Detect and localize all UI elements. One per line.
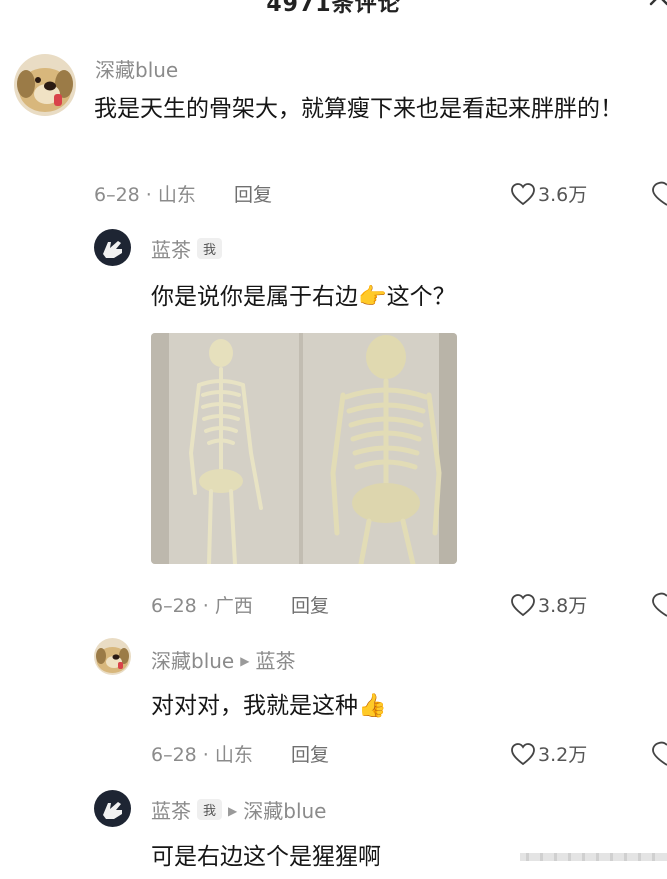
broken-heart-icon: [652, 181, 667, 206]
reply-username[interactable]: 深藏blue: [151, 649, 234, 673]
avatar[interactable]: [94, 790, 131, 827]
reply-button[interactable]: 回复: [291, 595, 329, 617]
comment-date-location: 6–28 · 山东: [94, 184, 196, 206]
triangle-right-icon: ▶: [240, 654, 250, 668]
reply-date-location: 6–28 · 广西: [151, 595, 253, 617]
like-button[interactable]: 3.6万: [510, 180, 587, 207]
close-button[interactable]: [645, 0, 667, 10]
avatar[interactable]: [14, 54, 76, 116]
dislike-button[interactable]: [648, 180, 667, 210]
reply-username[interactable]: 蓝茶: [151, 238, 191, 262]
self-badge: 我: [197, 238, 223, 259]
like-count: 3.6万: [538, 184, 588, 206]
reply-text: 对对对，我就是这种👍: [151, 693, 387, 719]
like-count: 3.8万: [538, 595, 588, 617]
reply-meta: 6–28 · 广西 回复: [151, 591, 329, 618]
like-button[interactable]: 3.2万: [510, 740, 587, 767]
comments-header: 4971条评论: [0, 0, 667, 17]
like-button[interactable]: 3.8万: [510, 591, 587, 618]
broken-heart-icon: [652, 741, 667, 766]
reply-text: 你是说你是属于右边👉这个？: [151, 284, 456, 310]
reply-username-row: 深藏blue ▶ 蓝茶: [151, 645, 295, 674]
reply-username-row: 蓝茶我: [151, 234, 223, 263]
minimize-button[interactable]: [575, 0, 603, 10]
minus-icon: [575, 0, 603, 10]
watermark-stripe: [520, 853, 667, 861]
broken-heart-icon: [652, 592, 667, 617]
reply-meta: 6–28 · 山东 回复: [151, 740, 329, 767]
self-badge: 我: [197, 799, 223, 820]
reply-button[interactable]: 回复: [234, 184, 272, 206]
dislike-button[interactable]: [648, 740, 667, 770]
skeleton-photo[interactable]: [151, 333, 457, 564]
heart-outline-icon: [511, 594, 535, 617]
comment-username[interactable]: 深藏blue: [95, 54, 178, 83]
avatar[interactable]: [94, 229, 131, 266]
comment-count-title: 4971条评论: [266, 0, 401, 17]
avatar[interactable]: [94, 638, 131, 675]
dog-avatar-icon: [14, 54, 76, 116]
heart-outline-icon: [511, 743, 535, 766]
reply-username-row: 蓝茶我 ▶ 深藏blue: [151, 795, 326, 824]
pointing-hand-avatar-icon: [94, 229, 131, 266]
reply-button[interactable]: 回复: [291, 744, 329, 766]
dislike-button[interactable]: [648, 591, 667, 621]
reply-to-username[interactable]: 蓝茶: [255, 649, 295, 673]
comment-text: 我是天生的骨架大，就算瘦下来也是看起来胖胖的！: [94, 96, 623, 122]
close-icon: [649, 0, 667, 6]
reply-date-location: 6–28 · 山东: [151, 744, 253, 766]
comment-meta: 6–28 · 山东 回复: [94, 180, 272, 207]
reply-username[interactable]: 蓝茶: [151, 799, 191, 823]
pointing-hand-avatar-icon: [94, 790, 131, 827]
skeleton-comparison-image: [151, 333, 457, 564]
triangle-right-icon: ▶: [228, 804, 238, 818]
heart-outline-icon: [511, 183, 535, 206]
dog-avatar-icon: [94, 638, 131, 675]
like-count: 3.2万: [538, 744, 588, 766]
reply-to-username[interactable]: 深藏blue: [243, 799, 326, 823]
